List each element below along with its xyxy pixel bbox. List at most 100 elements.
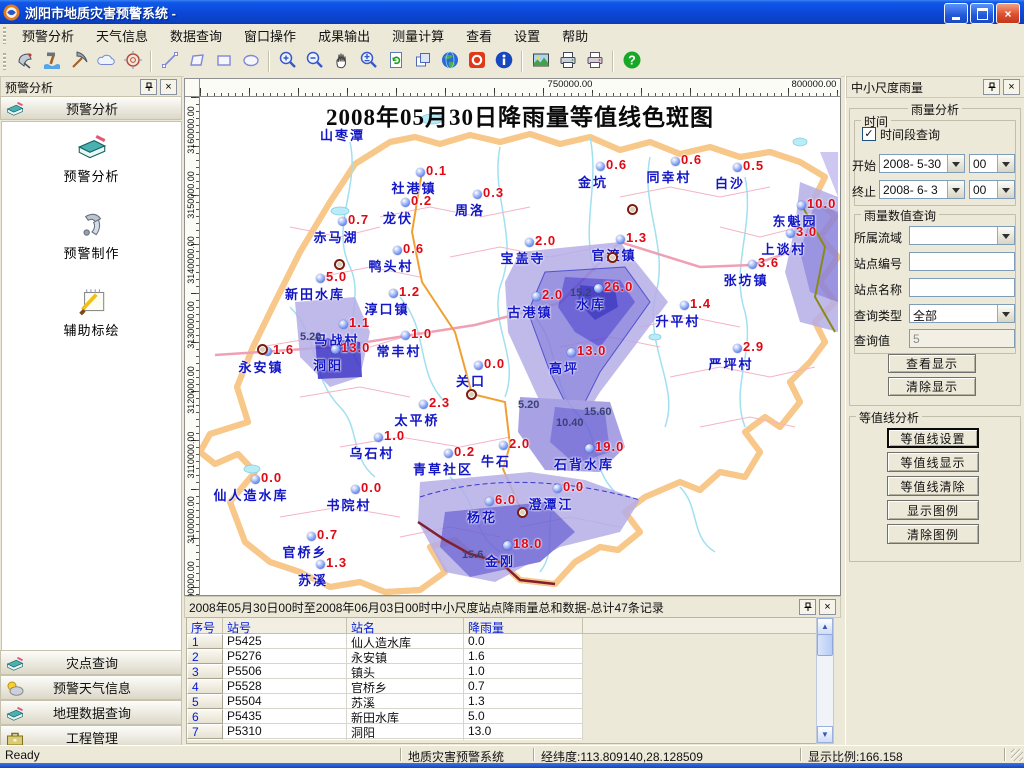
close-button[interactable]: × xyxy=(996,3,1020,24)
ellipse-tool-button[interactable] xyxy=(238,49,263,74)
station-marker xyxy=(532,292,541,301)
menu-item-4[interactable]: 窗口操作 xyxy=(233,23,307,48)
table-row[interactable]: 1P5425仙人造水库0.0 xyxy=(187,634,819,649)
query-type-combo[interactable]: 全部 xyxy=(909,304,1015,323)
menu-item-2[interactable]: 天气信息 xyxy=(85,23,159,48)
table-row[interactable]: 2P5276永安镇1.6 xyxy=(187,649,819,664)
sidebar-group-预警天气信息[interactable]: 预警天气信息 xyxy=(0,675,182,700)
station-name-label: 高坪 xyxy=(549,358,579,377)
basin-combo[interactable] xyxy=(909,226,1015,245)
sidebar-item-预警制作[interactable]: 预警制作 xyxy=(2,207,181,262)
satellite-dish-button[interactable] xyxy=(12,49,37,74)
contour-button-等值线清除[interactable]: 等值线清除 xyxy=(887,476,979,496)
scroll-up-button[interactable]: ▲ xyxy=(817,618,833,635)
printer-button[interactable] xyxy=(555,49,580,74)
bottom-panel-close-button[interactable]: × xyxy=(819,599,836,615)
menu-item-7[interactable]: 查看 xyxy=(455,23,503,48)
cloud-button[interactable] xyxy=(93,49,118,74)
time-range-checkbox[interactable]: ✓ xyxy=(862,127,876,141)
chevron-down-icon[interactable] xyxy=(997,155,1014,172)
chevron-down-icon[interactable] xyxy=(947,155,964,172)
data-cell: P5504 xyxy=(223,694,347,709)
line-tool-button[interactable] xyxy=(157,49,182,74)
menu-item-6[interactable]: 测量计算 xyxy=(381,23,455,48)
rectangle-tool-button[interactable] xyxy=(211,49,236,74)
target-button[interactable] xyxy=(120,49,145,74)
image-export-button[interactable] xyxy=(528,49,553,74)
menubar-grip-handle[interactable] xyxy=(3,27,6,44)
scroll-down-button[interactable]: ▼ xyxy=(817,726,833,743)
zoom-in-button[interactable] xyxy=(275,49,300,74)
menu-item-5[interactable]: 成果输出 xyxy=(307,23,381,48)
station-rainfall-value: 0.0 xyxy=(484,356,505,371)
left-panel-close-button[interactable]: × xyxy=(160,79,177,95)
right-panel-pin-button[interactable] xyxy=(983,79,1000,95)
contour-button-显示图例[interactable]: 显示图例 xyxy=(887,500,979,520)
menu-item-8[interactable]: 设置 xyxy=(503,23,551,48)
help-button[interactable]: ? xyxy=(619,49,644,74)
station-name-input[interactable] xyxy=(909,278,1015,297)
hammer-water-button[interactable] xyxy=(39,49,64,74)
end-hour-combo[interactable]: 00 xyxy=(969,180,1015,199)
column-header-降雨量[interactable]: 降雨量 xyxy=(464,618,583,634)
query-value-input[interactable]: 5 xyxy=(909,329,1015,348)
table-row[interactable]: 7P5310洞阳13.0 xyxy=(187,724,819,739)
station-marker xyxy=(503,541,512,550)
table-row[interactable]: 6P5435新田水库5.0 xyxy=(187,709,819,724)
table-scrollbar[interactable]: ▲ ▼ xyxy=(816,617,834,744)
menu-item-1[interactable]: 预警分析 xyxy=(11,23,85,48)
table-row[interactable]: 5P5504苏溪1.3 xyxy=(187,694,819,709)
stop-button[interactable] xyxy=(464,49,489,74)
info-button[interactable] xyxy=(491,49,516,74)
table-row[interactable]: 3P5506镇头1.0 xyxy=(187,664,819,679)
globe-button[interactable] xyxy=(437,49,462,74)
left-panel-pin-button[interactable] xyxy=(140,79,157,95)
chevron-down-icon[interactable] xyxy=(997,305,1014,322)
sidebar-group-地理数据查询[interactable]: 地理数据查询 xyxy=(0,700,182,725)
restore-button[interactable] xyxy=(970,3,994,24)
table-row[interactable]: 8P5311马战村1.1 xyxy=(187,739,819,740)
printer-2-button[interactable] xyxy=(582,49,607,74)
sidebar-group-warning-analysis[interactable]: 预警分析 xyxy=(0,96,182,120)
sidebar-item-预警分析[interactable]: 预警分析 xyxy=(2,130,181,185)
station-rainfall-table: 序号站号站名降雨量 1P5425仙人造水库0.02P5276永安镇1.63P55… xyxy=(186,617,820,744)
start-hour-value: 00 xyxy=(973,157,986,171)
polygon-tool-button[interactable] xyxy=(184,49,209,74)
sidebar-item-辅助标绘[interactable]: 辅助标绘 xyxy=(2,284,181,339)
table-row[interactable]: 4P5528官桥乡0.7 xyxy=(187,679,819,694)
contour-button-等值线显示[interactable]: 等值线显示 xyxy=(887,452,979,472)
start-hour-combo[interactable]: 00 xyxy=(969,154,1015,173)
chevron-down-icon[interactable] xyxy=(947,181,964,198)
zoom-extent-button[interactable] xyxy=(356,49,381,74)
clear-query-button[interactable]: 清除显示 xyxy=(888,377,976,396)
station-no-input[interactable] xyxy=(909,252,1015,271)
scroll-thumb[interactable] xyxy=(817,634,833,656)
minimize-button[interactable] xyxy=(944,3,968,24)
menu-item-9[interactable]: 帮助 xyxy=(551,23,599,48)
show-query-button[interactable]: 查看显示 xyxy=(888,354,976,373)
zoom-out-button[interactable] xyxy=(302,49,327,74)
pan-hand-button[interactable] xyxy=(329,49,354,74)
resize-grip[interactable] xyxy=(1011,749,1023,761)
contour-button-清除图例[interactable]: 清除图例 xyxy=(887,524,979,544)
station-rainfall-value: 2.0 xyxy=(509,436,530,451)
end-date-combo[interactable]: 2008- 6- 3 xyxy=(879,180,965,199)
contour-button-等值线设置[interactable]: 等值线设置 xyxy=(887,428,979,448)
sidebar-group-灾点查询[interactable]: 灾点查询 xyxy=(0,650,182,675)
start-date-combo[interactable]: 2008- 5-30 xyxy=(879,154,965,173)
refresh-page-button[interactable] xyxy=(383,49,408,74)
pickaxe-button[interactable] xyxy=(66,49,91,74)
menu-item-3[interactable]: 数据查询 xyxy=(159,23,233,48)
chevron-down-icon[interactable] xyxy=(997,227,1014,244)
map-canvas[interactable]: 2008年05月30日降雨量等值线色斑图 0.1社港镇0.3周洛0.2龙伏0.7… xyxy=(199,96,841,596)
column-header-序号[interactable]: 序号 xyxy=(187,618,223,634)
basin-label: 所属流域 xyxy=(854,229,902,246)
toolbar-grip-handle[interactable] xyxy=(3,53,6,70)
right-panel-close-button[interactable]: × xyxy=(1003,79,1020,95)
column-header-站名[interactable]: 站名 xyxy=(347,618,464,634)
chevron-down-icon[interactable] xyxy=(997,181,1014,198)
copy-windows-button[interactable] xyxy=(410,49,435,74)
column-header-站号[interactable]: 站号 xyxy=(223,618,347,634)
bottom-panel-pin-button[interactable] xyxy=(799,599,816,615)
station-name-label: 苏溪 xyxy=(298,570,328,589)
